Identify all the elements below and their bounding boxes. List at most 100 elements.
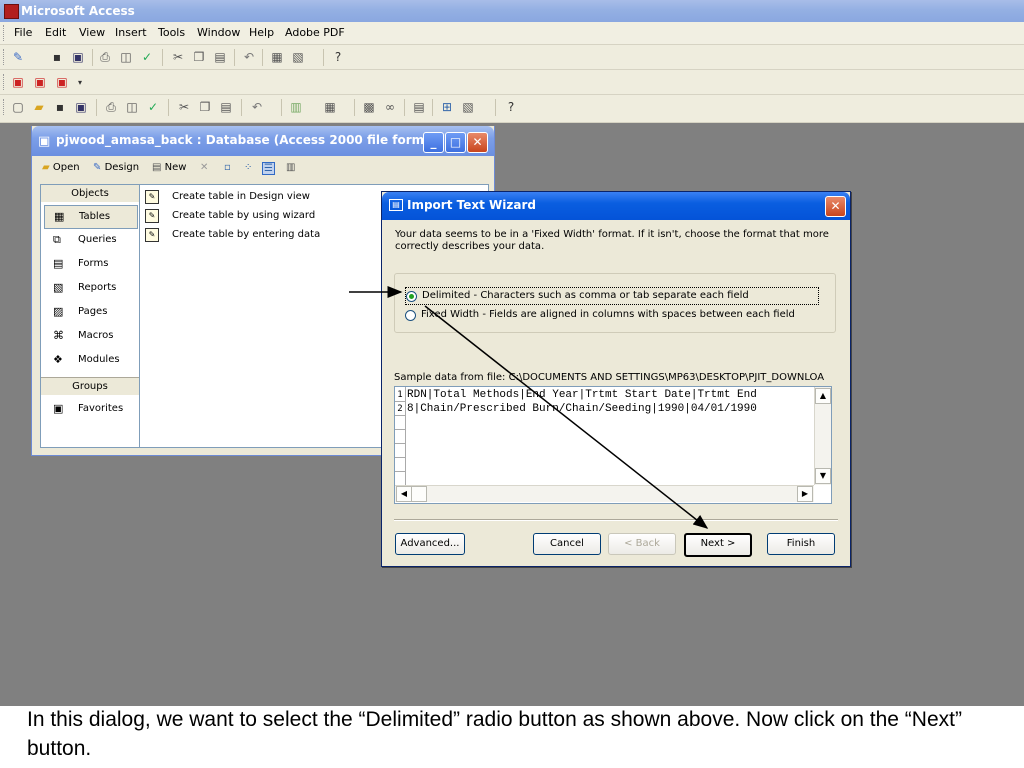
- open-icon[interactable]: ▰: [31, 99, 47, 115]
- menu-edit[interactable]: Edit: [45, 26, 66, 39]
- paste-icon[interactable]: ▤: [218, 99, 234, 115]
- toolbar-separator: [262, 49, 263, 66]
- analyze-icon[interactable]: ▦: [322, 99, 338, 115]
- scroll-left-icon[interactable]: ◀: [396, 486, 412, 502]
- wizard-close-button[interactable]: ✕: [825, 196, 846, 217]
- back-button[interactable]: < Back: [608, 533, 676, 555]
- view-icon[interactable]: ✎: [10, 49, 26, 65]
- objects-tables[interactable]: ▦ Tables: [44, 205, 138, 229]
- help-icon[interactable]: ?: [503, 99, 519, 115]
- objects-header[interactable]: Objects: [41, 185, 139, 202]
- wizard-icon: ▤: [389, 199, 403, 211]
- objects-item-label: Queries: [78, 234, 117, 245]
- scroll-down-icon[interactable]: ▼: [815, 468, 831, 484]
- print-preview-icon[interactable]: ◫: [124, 99, 140, 115]
- vertical-scrollbar[interactable]: ▲ ▼: [814, 387, 831, 485]
- cut-icon[interactable]: ✂: [176, 99, 192, 115]
- cut-icon[interactable]: ✂: [170, 49, 186, 65]
- toolbar-separator: [241, 99, 242, 116]
- objects-reports[interactable]: ▧ Reports: [44, 277, 136, 299]
- copy-icon[interactable]: ❐: [191, 49, 207, 65]
- database-window-title-bar[interactable]: ▣ pjwood_amasa_back : Database (Access 2…: [32, 126, 494, 156]
- menu-view[interactable]: View: [79, 26, 105, 39]
- close-button[interactable]: ✕: [467, 132, 488, 153]
- undo-icon[interactable]: ↶: [241, 49, 257, 65]
- details-view-icon[interactable]: ▥: [286, 162, 295, 173]
- spelling-icon[interactable]: ✓: [145, 99, 161, 115]
- save-icon[interactable]: ▪: [49, 49, 65, 65]
- new-button[interactable]: ▤ New: [152, 162, 186, 173]
- insert-hyperlink-icon[interactable]: ▦: [269, 49, 285, 65]
- convert-and-review-icon[interactable]: ▣: [54, 74, 70, 90]
- save-icon[interactable]: ▪: [52, 99, 68, 115]
- search-file-icon[interactable]: ▣: [73, 99, 89, 115]
- relationships-icon[interactable]: ⊞: [439, 99, 455, 115]
- objects-macros[interactable]: ⌘ Macros: [44, 325, 136, 347]
- format-options-group: Delimited - Characters such as comma or …: [394, 273, 836, 333]
- menu-help[interactable]: Help: [249, 26, 274, 39]
- delimited-radio[interactable]: Delimited - Characters such as comma or …: [405, 287, 819, 305]
- undo-icon[interactable]: ↶: [249, 99, 265, 115]
- spelling-icon[interactable]: ✓: [139, 49, 155, 65]
- delete-icon[interactable]: ✕: [200, 162, 208, 173]
- scroll-thumb[interactable]: [411, 486, 427, 502]
- objects-item-label: Forms: [78, 258, 109, 269]
- sample-data-preview[interactable]: 1 2 RDN|Total Methods|End Year|Trtmt Sta…: [394, 386, 832, 504]
- new-icon[interactable]: ▢: [10, 99, 26, 115]
- menu-insert[interactable]: Insert: [115, 26, 147, 39]
- objects-item-label: Tables: [79, 211, 111, 222]
- groups-header[interactable]: Groups: [41, 377, 139, 395]
- office-links-icon[interactable]: ▥: [288, 99, 304, 115]
- convert-and-email-icon[interactable]: ▣: [32, 74, 48, 90]
- minimize-button[interactable]: _: [423, 132, 444, 153]
- search-file-icon[interactable]: ▣: [70, 49, 86, 65]
- menu-adobe-pdf[interactable]: Adobe PDF: [285, 26, 345, 39]
- scroll-right-icon[interactable]: ▶: [797, 486, 813, 502]
- objects-modules[interactable]: ❖ Modules: [44, 349, 136, 371]
- toolbar-options-icon[interactable]: ▾: [72, 74, 88, 90]
- large-icons-icon[interactable]: ▫: [224, 162, 231, 173]
- wizard-title-bar[interactable]: ▤ Import Text Wizard ✕: [382, 192, 850, 220]
- database-window-toolbar: ▰ Open ✎ Design ▤ New ✕ ▫ ⁘ ☰ ▥: [32, 156, 494, 182]
- toolbar-separator: [92, 49, 93, 66]
- paste-icon[interactable]: ▤: [212, 49, 228, 65]
- properties-icon[interactable]: ▤: [411, 99, 427, 115]
- line-number: 2: [395, 403, 405, 416]
- toolbar-separator: [96, 99, 97, 116]
- copy-icon[interactable]: ❐: [197, 99, 213, 115]
- menu-file[interactable]: File: [14, 26, 32, 39]
- list-view-icon[interactable]: ☰: [262, 162, 275, 175]
- advanced-button[interactable]: Advanced...: [395, 533, 465, 555]
- new-object-icon[interactable]: ▧: [290, 49, 306, 65]
- convert-to-pdf-icon[interactable]: ▣: [10, 74, 26, 90]
- help-icon[interactable]: ?: [330, 49, 346, 65]
- objects-pages[interactable]: ▨ Pages: [44, 301, 136, 323]
- print-preview-icon[interactable]: ◫: [118, 49, 134, 65]
- menu-tools[interactable]: Tools: [158, 26, 185, 39]
- scroll-up-icon[interactable]: ▲: [815, 388, 831, 404]
- objects-bar: Objects ▦ Tables ⧉ Queries ▤ Forms ▧ Rep…: [40, 184, 140, 448]
- wizard-shortcut-icon: ✎: [145, 228, 159, 242]
- new-object-icon[interactable]: ▧: [460, 99, 476, 115]
- finish-button[interactable]: Finish: [767, 533, 835, 555]
- next-button[interactable]: Next >: [684, 533, 752, 557]
- print-icon[interactable]: ⎙: [97, 49, 113, 65]
- print-icon[interactable]: ⎙: [103, 99, 119, 115]
- objects-item-label: Modules: [78, 354, 120, 365]
- open-button[interactable]: ▰ Open: [42, 162, 80, 173]
- toolbar-grip: [3, 74, 6, 90]
- wizard-shortcut-icon: ✎: [145, 209, 159, 223]
- maximize-button[interactable]: □: [445, 132, 466, 153]
- menu-window[interactable]: Window: [197, 26, 240, 39]
- cancel-button[interactable]: Cancel: [533, 533, 601, 555]
- toolbar-separator: [354, 99, 355, 116]
- horizontal-scrollbar[interactable]: ◀ ▶: [395, 485, 814, 502]
- table-icon: ▦: [54, 210, 65, 223]
- script-editor-icon[interactable]: ∞: [382, 99, 398, 115]
- groups-favorites[interactable]: ▣ Favorites: [44, 398, 136, 420]
- code-icon[interactable]: ▩: [361, 99, 377, 115]
- objects-forms[interactable]: ▤ Forms: [44, 253, 136, 275]
- design-button[interactable]: ✎ Design: [93, 162, 139, 173]
- objects-queries[interactable]: ⧉ Queries: [44, 229, 136, 251]
- small-icons-icon[interactable]: ⁘: [244, 162, 252, 173]
